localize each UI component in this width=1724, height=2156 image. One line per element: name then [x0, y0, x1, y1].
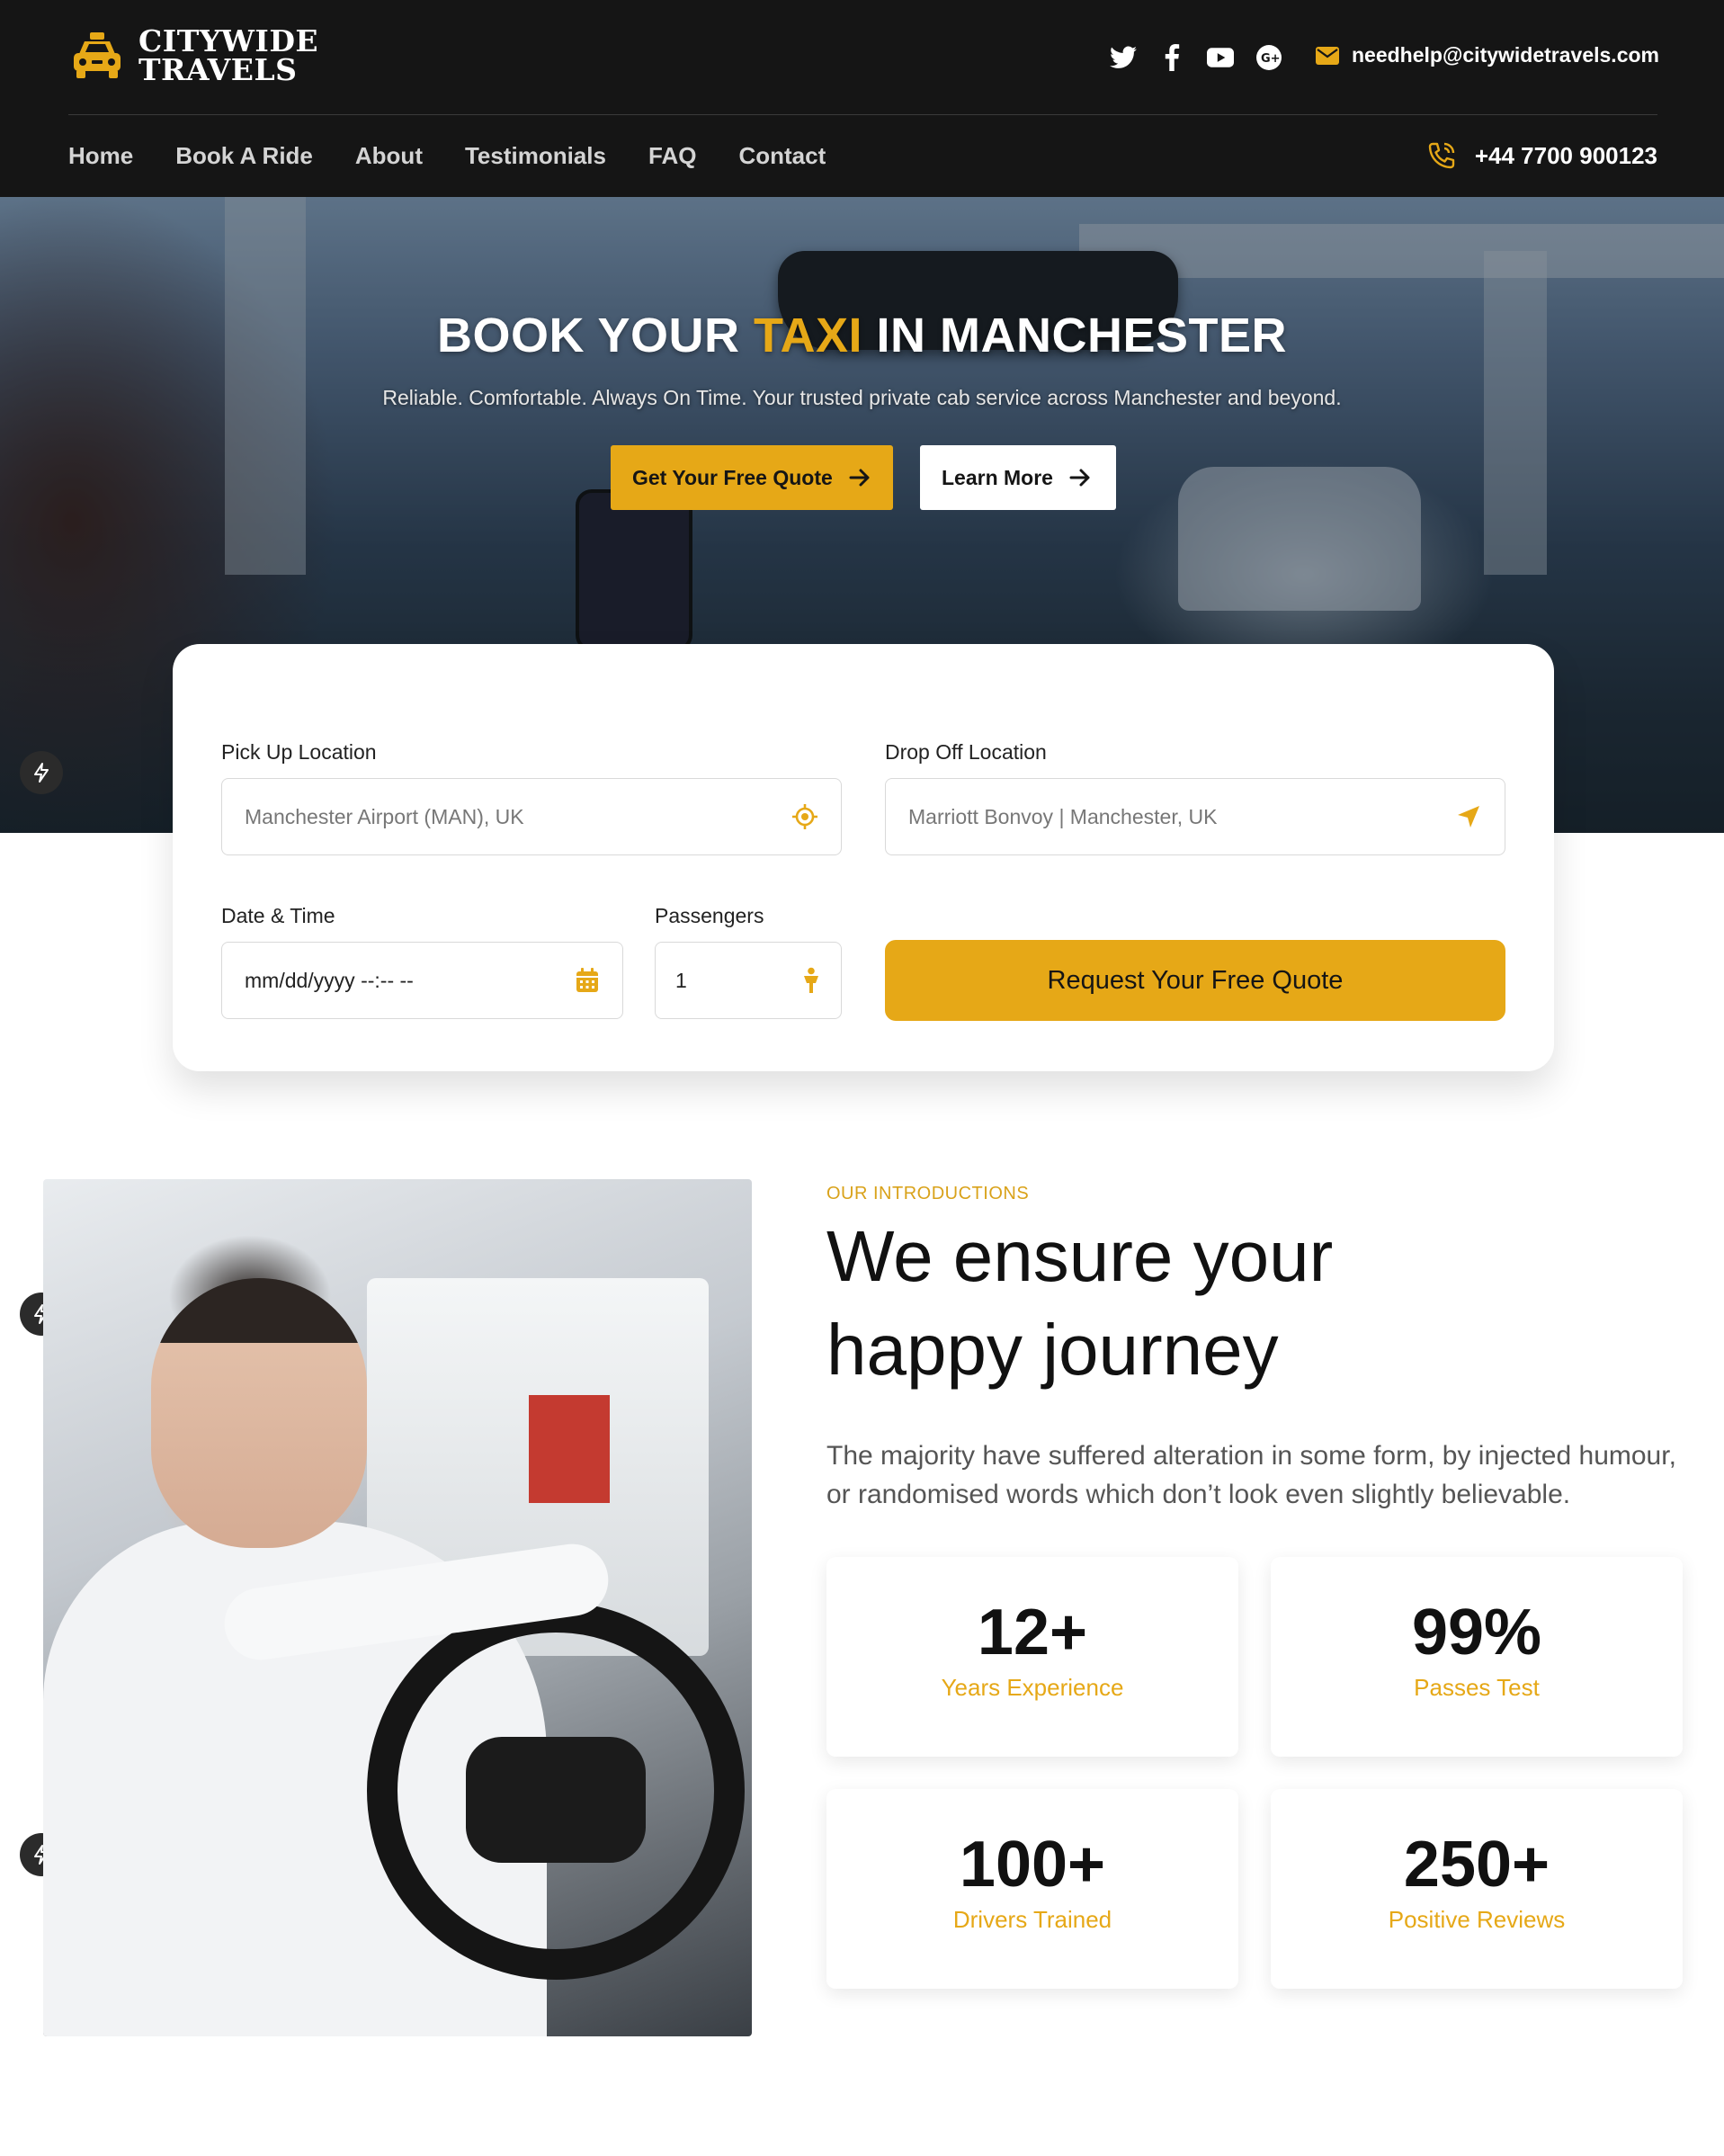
dropoff-placeholder: Marriott Bonvoy | Manchester, UK [908, 804, 1218, 828]
hero-title-pre: BOOK YOUR [436, 309, 755, 362]
facebook-icon[interactable] [1157, 43, 1186, 72]
stat-card: 99% Passes Test [1271, 1557, 1683, 1757]
arrow-right-icon [849, 469, 870, 487]
header-email[interactable]: needhelp@citywidetravels.com [1316, 43, 1659, 67]
nav-item-home[interactable]: Home [68, 142, 133, 170]
nav-item-about[interactable]: About [355, 142, 423, 170]
stat-label: Passes Test [1414, 1674, 1540, 1701]
photo-wheel-hub [466, 1737, 646, 1863]
arrow-right-icon [1069, 469, 1090, 487]
google-plus-icon[interactable]: G+ [1255, 43, 1283, 72]
request-quote-button[interactable]: Request Your Free Quote [885, 940, 1505, 1021]
twitter-icon[interactable] [1109, 43, 1138, 72]
calendar-icon [576, 968, 598, 992]
learn-more-label: Learn More [942, 465, 1053, 489]
pickup-input[interactable]: Manchester Airport (MAN), UK [221, 778, 842, 855]
navigation-arrow-icon [1458, 806, 1479, 828]
passengers-value: 1 [675, 968, 687, 992]
nav-item-book-a-ride[interactable]: Book A Ride [175, 142, 313, 170]
datetime-label: Date & Time [221, 904, 335, 927]
nav-item-testimonials[interactable]: Testimonials [465, 142, 606, 170]
hero-actions: Get Your Free Quote Learn More [611, 445, 1116, 510]
social-links: G+ [1109, 43, 1283, 72]
hero-subtitle: Reliable. Comfortable. Always On Time. Y… [382, 386, 1342, 409]
svg-text:G+: G+ [1261, 52, 1281, 66]
hero-title-post: IN MANCHESTER [862, 309, 1288, 362]
stat-label: Drivers Trained [952, 1906, 1112, 1933]
location-target-icon [792, 804, 817, 829]
brand-line-2: TRAVELS [138, 52, 298, 87]
passengers-label: Passengers [655, 904, 764, 927]
nav-item-faq[interactable]: FAQ [648, 142, 696, 170]
hero-title: BOOK YOUR TAXI IN MANCHESTER [0, 308, 1724, 363]
driver-photo [43, 1179, 752, 2036]
stat-card: 12+ Years Experience [826, 1557, 1238, 1757]
phone-number: +44 7700 900123 [1474, 141, 1657, 169]
intro-eyebrow: OUR INTRODUCTIONS [826, 1184, 1030, 1203]
learn-more-button[interactable]: Learn More [920, 445, 1116, 510]
brand-logo[interactable]: CITYWIDE TRAVELS [68, 26, 318, 87]
pickup-label: Pick Up Location [221, 740, 377, 764]
bolt-icon[interactable] [20, 751, 63, 794]
dropoff-input[interactable]: Marriott Bonvoy | Manchester, UK [885, 778, 1505, 855]
stat-value: 99% [1411, 1597, 1542, 1668]
dropoff-label: Drop Off Location [885, 740, 1047, 764]
main-nav: Home Book A Ride About Testimonials FAQ … [68, 142, 826, 170]
mail-icon [1316, 46, 1339, 65]
site-header: CITYWIDE TRAVELS G+ needhelp@citywidetra… [0, 0, 1724, 197]
nav-item-contact[interactable]: Contact [738, 142, 826, 170]
brand-name: CITYWIDE TRAVELS [138, 26, 318, 87]
booking-form: Pick Up Location Manchester Airport (MAN… [173, 644, 1554, 1071]
datetime-input[interactable]: mm/dd/yyyy --:-- -- [221, 942, 623, 1019]
person-icon [804, 967, 818, 993]
stat-card: 250+ Positive Reviews [1271, 1789, 1683, 1989]
taxi-icon [74, 32, 121, 78]
stat-label: Years Experience [941, 1674, 1124, 1701]
get-free-quote-label: Get Your Free Quote [632, 465, 833, 489]
header-phone[interactable]: +44 7700 900123 [1426, 140, 1657, 171]
datetime-value: mm/dd/yyyy --:-- -- [245, 968, 414, 992]
pickup-placeholder: Manchester Airport (MAN), UK [245, 804, 524, 828]
phone-ring-icon [1428, 142, 1455, 169]
stat-card: 100+ Drivers Trained [826, 1789, 1238, 1989]
youtube-icon[interactable] [1206, 43, 1235, 72]
passengers-input[interactable]: 1 [655, 942, 842, 1019]
stat-value: 12+ [977, 1597, 1088, 1668]
photo-head [151, 1278, 367, 1548]
hero-title-accent: TAXI [754, 309, 863, 362]
header-divider [68, 114, 1657, 115]
stat-value: 250+ [1403, 1829, 1550, 1901]
intro-text: The majority have suffered alteration in… [826, 1441, 1676, 1509]
stat-label: Positive Reviews [1388, 1906, 1566, 1933]
get-free-quote-button[interactable]: Get Your Free Quote [611, 445, 893, 510]
intro-title: We ensure your happy journey [826, 1216, 1334, 1390]
stat-value: 100+ [959, 1829, 1106, 1901]
email-address: needhelp@citywidetravels.com [1352, 43, 1659, 67]
photo-red-block [529, 1395, 610, 1503]
